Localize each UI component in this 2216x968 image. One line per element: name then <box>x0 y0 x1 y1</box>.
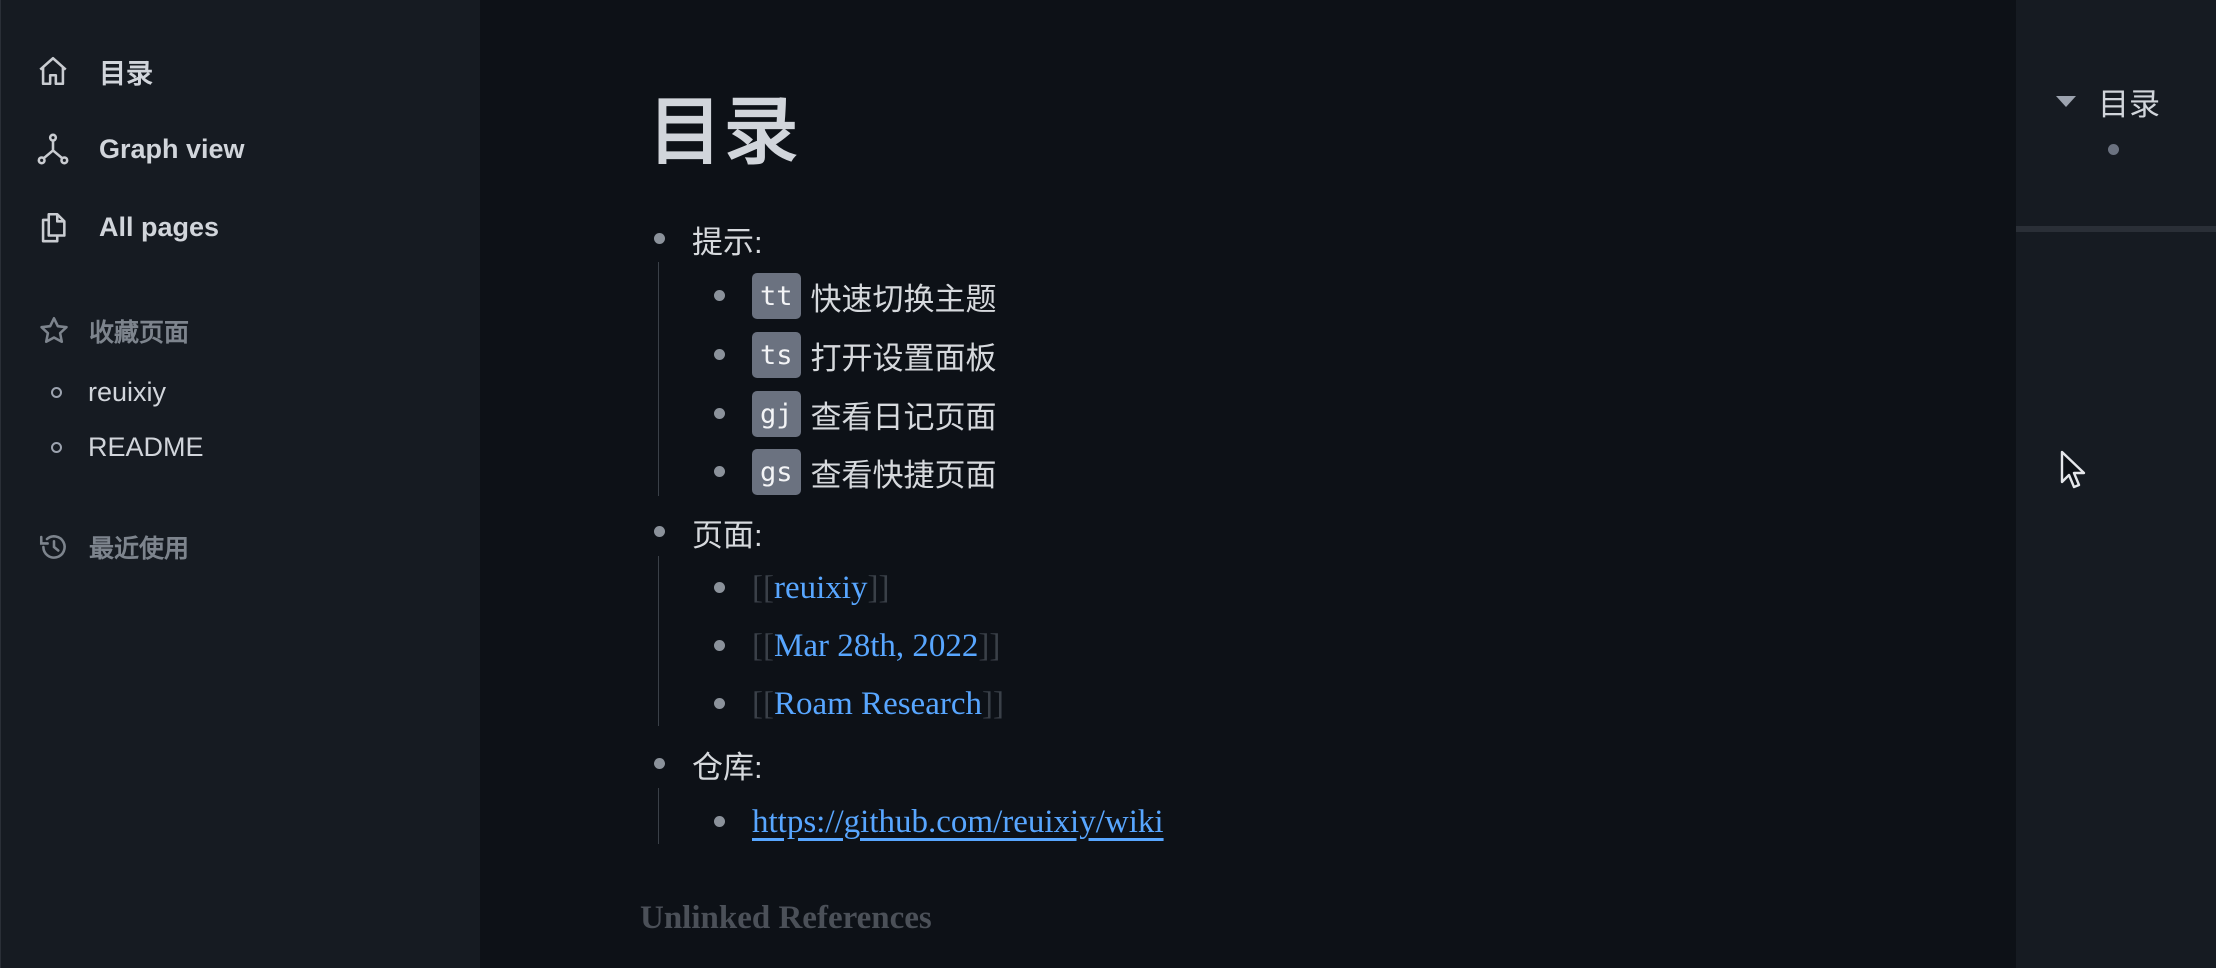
tip-text: 快速切换主题 <box>810 281 997 317</box>
page-reference-link[interactable]: [[Roam Research]] <box>752 681 1004 727</box>
page-reference-link[interactable]: [[Mar 28th, 2022]] <box>752 623 1000 669</box>
panel-divider <box>2016 226 2216 232</box>
block-bullet[interactable] <box>714 349 725 360</box>
toc-toggle[interactable]: 目录 <box>2056 78 2160 124</box>
shortcut-key: gs <box>752 449 801 495</box>
favorite-item-readme[interactable]: README <box>51 427 204 467</box>
page-ref-text: Mar 28th, 2022 <box>773 627 979 664</box>
page-title[interactable]: 目录 <box>648 72 800 179</box>
favorites-title: 收藏页面 <box>89 319 190 347</box>
nav-item-graph-view[interactable]: Graph view <box>35 127 245 171</box>
block-bullet[interactable] <box>714 698 725 709</box>
nav-item-label: Graph view <box>99 133 245 164</box>
shortcut-key: gj <box>752 391 801 437</box>
page-ref-text: reuixiy <box>773 569 868 606</box>
tip-item[interactable]: ts 打开设置面板 <box>752 332 997 378</box>
right-sidebar: 目录 <box>2016 0 2216 968</box>
block-bullet[interactable] <box>714 290 725 301</box>
mouse-cursor-icon <box>2060 450 2086 489</box>
bracket-open: [[ <box>752 569 774 606</box>
history-icon <box>37 530 71 564</box>
favorite-item-reuixiy[interactable]: reuixiy <box>51 372 166 412</box>
main-content: 目录 提示: tt 快速切换主题 ts 打开设置面板 gj 查看日记页面 gs … <box>480 0 2016 968</box>
block-guide-line <box>658 556 659 726</box>
bracket-close: ]] <box>982 685 1004 722</box>
block-bullet[interactable] <box>714 408 725 419</box>
graph-icon <box>35 131 71 167</box>
nav-item-label: 目录 <box>99 58 153 89</box>
shortcut-key: ts <box>752 332 801 378</box>
caret-down-icon <box>2056 95 2076 107</box>
bracket-open: [[ <box>752 627 774 664</box>
block-bullet[interactable] <box>714 640 725 651</box>
toc-bullet[interactable] <box>2108 144 2119 155</box>
block-guide-line <box>658 262 659 496</box>
block-bullet[interactable] <box>654 758 665 769</box>
block-bullet[interactable] <box>714 582 725 593</box>
bullet-dot <box>51 441 62 453</box>
tips-label[interactable]: 提示: <box>692 216 763 262</box>
bullet-dot <box>51 386 62 398</box>
unlinked-references-header[interactable]: Unlinked References <box>640 900 932 937</box>
bracket-open: [[ <box>752 685 774 722</box>
toc-title: 目录 <box>2098 86 2160 122</box>
tip-text: 查看快捷页面 <box>810 457 997 493</box>
block-bullet[interactable] <box>714 466 725 477</box>
recent-header[interactable]: 最近使用 <box>37 527 189 567</box>
star-icon <box>37 314 71 348</box>
nav-item-all-pages[interactable]: All pages <box>35 205 219 249</box>
tip-text: 打开设置面板 <box>810 340 997 376</box>
bracket-close: ]] <box>978 627 1001 664</box>
favorites-header[interactable]: 收藏页面 <box>37 311 189 351</box>
pages-label[interactable]: 页面: <box>692 509 763 555</box>
repo-label[interactable]: 仓库: <box>692 741 763 787</box>
page-ref-text: Roam Research <box>773 685 982 722</box>
bracket-close: ]] <box>867 569 890 606</box>
block-bullet[interactable] <box>654 526 665 537</box>
block-guide-line <box>658 788 659 844</box>
tip-item[interactable]: gj 查看日记页面 <box>752 391 997 437</box>
recent-title: 最近使用 <box>89 535 190 563</box>
shortcut-key: tt <box>752 273 801 319</box>
favorite-label: README <box>88 431 204 462</box>
tip-text: 查看日记页面 <box>810 399 997 435</box>
block-bullet[interactable] <box>654 233 665 244</box>
tip-item[interactable]: tt 快速切换主题 <box>752 273 997 319</box>
home-icon <box>35 53 71 89</box>
block-bullet[interactable] <box>714 816 725 827</box>
app-window: 目录 Graph view All pages 收藏页面 reuixiy REA… <box>0 0 2216 968</box>
nav-item-contents[interactable]: 目录 <box>35 49 153 93</box>
left-sidebar: 目录 Graph view All pages 收藏页面 reuixiy REA… <box>0 0 480 968</box>
tip-item[interactable]: gs 查看快捷页面 <box>752 449 997 495</box>
page-reference-link[interactable]: [[reuixiy]] <box>752 565 889 611</box>
pages-icon <box>35 209 71 245</box>
repo-url-link[interactable]: https://github.com/reuixiy/wiki <box>752 799 1164 845</box>
favorite-label: reuixiy <box>88 376 167 407</box>
nav-item-label: All pages <box>99 211 220 242</box>
